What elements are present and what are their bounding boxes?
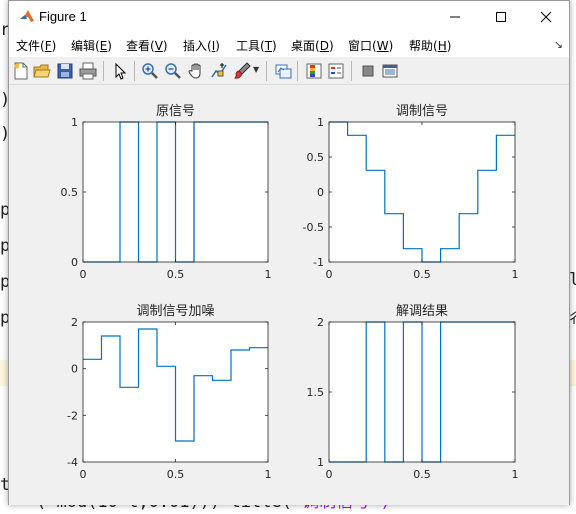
editor-fragment: l (569, 270, 576, 290)
menu-dock-arrow-icon[interactable]: ↘ (554, 38, 563, 51)
y-tick-label: 2 (317, 316, 324, 329)
save-icon[interactable] (56, 62, 74, 80)
y-tick-label: 0.5 (307, 151, 325, 164)
new-figure-icon[interactable] (12, 62, 30, 80)
y-tick-label: -1 (313, 256, 324, 269)
figure-canvas[interactable]: 0 0.5 1 0 0.5 1 原信号 0 0.5 1 -1 -0.5 0 0.5 1 调制信号 0 0.5 1 -4… (9, 85, 569, 505)
legend-icon[interactable] (327, 62, 345, 80)
pointer-icon[interactable] (111, 62, 129, 80)
figure-window: Figure 1 文件(F) 编辑(E) 查看(V) 插入(I) 工具(T) 桌… (8, 0, 570, 505)
subplot-title: 原信号 (156, 104, 195, 119)
close-icon (540, 11, 552, 22)
pan-icon[interactable] (187, 62, 205, 80)
menu-view[interactable]: 查看(V) (126, 37, 168, 54)
x-tick-label: 0 (80, 268, 87, 281)
colorbar-icon[interactable] (305, 62, 323, 80)
x-tick-label: 1 (265, 468, 272, 481)
zoom-out-icon[interactable] (164, 62, 182, 80)
menu-bar: 文件(F) 编辑(E) 查看(V) 插入(I) 工具(T) 桌面(D) 窗口(W… (9, 32, 569, 57)
minimize-button[interactable] (432, 1, 478, 32)
y-tick-label: 1 (71, 116, 78, 129)
print-icon[interactable] (79, 62, 97, 80)
x-tick-label: 1 (512, 468, 519, 481)
y-tick-label: 1 (317, 456, 324, 469)
window-title: Figure 1 (39, 9, 87, 24)
hide-plot-tools-icon[interactable] (359, 62, 377, 80)
subplot-title: 调制信号 (396, 104, 448, 119)
x-tick-label: 0 (80, 468, 87, 481)
close-button[interactable] (523, 1, 569, 32)
y-tick-label: 2 (71, 316, 78, 329)
subplots: 0 0.5 100.51原信号0 0.5 1-1-0.500.51调制信号0 0.5 1-4… (61, 104, 519, 481)
x-tick-label: 0 (326, 468, 333, 481)
toolbar-separator (351, 61, 352, 81)
y-tick-label: 1.5 (307, 386, 325, 399)
toolbar-separator (297, 61, 298, 81)
x-tick-label: 0.5 (167, 268, 185, 281)
x-tick-label: 0.5 (413, 268, 431, 281)
subplot-title: 解调结果 (396, 304, 448, 319)
title-bar[interactable]: Figure 1 (9, 1, 569, 32)
show-plot-tools-icon[interactable] (381, 62, 399, 80)
y-tick-label: 0 (71, 363, 78, 376)
subplot-title: 调制信号加噪 (136, 304, 214, 319)
minimize-icon (450, 16, 460, 17)
y-tick-label: 0 (317, 186, 324, 199)
data-cursor-icon[interactable] (210, 62, 228, 80)
menu-insert[interactable]: 插入(I) (183, 37, 220, 54)
x-tick-label: 0.5 (167, 468, 185, 481)
menu-window[interactable]: 窗口(W) (348, 37, 393, 54)
x-tick-label: 0 (326, 268, 333, 281)
y-tick-label: 0 (71, 256, 78, 269)
zoom-in-icon[interactable] (141, 62, 159, 80)
y-tick-label: 1 (317, 116, 324, 129)
y-tick-label: -2 (67, 409, 78, 422)
menu-tools[interactable]: 工具(T) (236, 37, 277, 54)
toolbar-separator (103, 61, 104, 81)
menu-file[interactable]: 文件(F) (16, 37, 56, 54)
brush-dropdown-icon[interactable]: ▼ (253, 65, 259, 74)
toolbar-separator (266, 61, 267, 81)
link-plot-icon[interactable] (274, 62, 292, 80)
x-tick-label: 1 (512, 268, 519, 281)
y-tick-label: -4 (67, 456, 78, 469)
y-tick-label: 0.5 (61, 186, 79, 199)
maximize-icon (496, 11, 506, 22)
matlab-icon (20, 10, 34, 22)
menu-help[interactable]: 帮助(H) (409, 37, 451, 54)
menu-edit[interactable]: 编辑(E) (71, 37, 112, 54)
figure-toolbar: ▼ (9, 57, 569, 85)
menu-desktop[interactable]: 桌面(D) (291, 37, 334, 54)
x-tick-label: 0.5 (413, 468, 431, 481)
open-file-icon[interactable] (33, 62, 51, 80)
toolbar-separator (134, 61, 135, 81)
x-tick-label: 1 (265, 268, 272, 281)
axes-background (329, 122, 515, 262)
brush-icon[interactable] (233, 62, 251, 80)
maximize-button[interactable] (478, 1, 524, 32)
y-tick-label: -0.5 (303, 221, 324, 234)
